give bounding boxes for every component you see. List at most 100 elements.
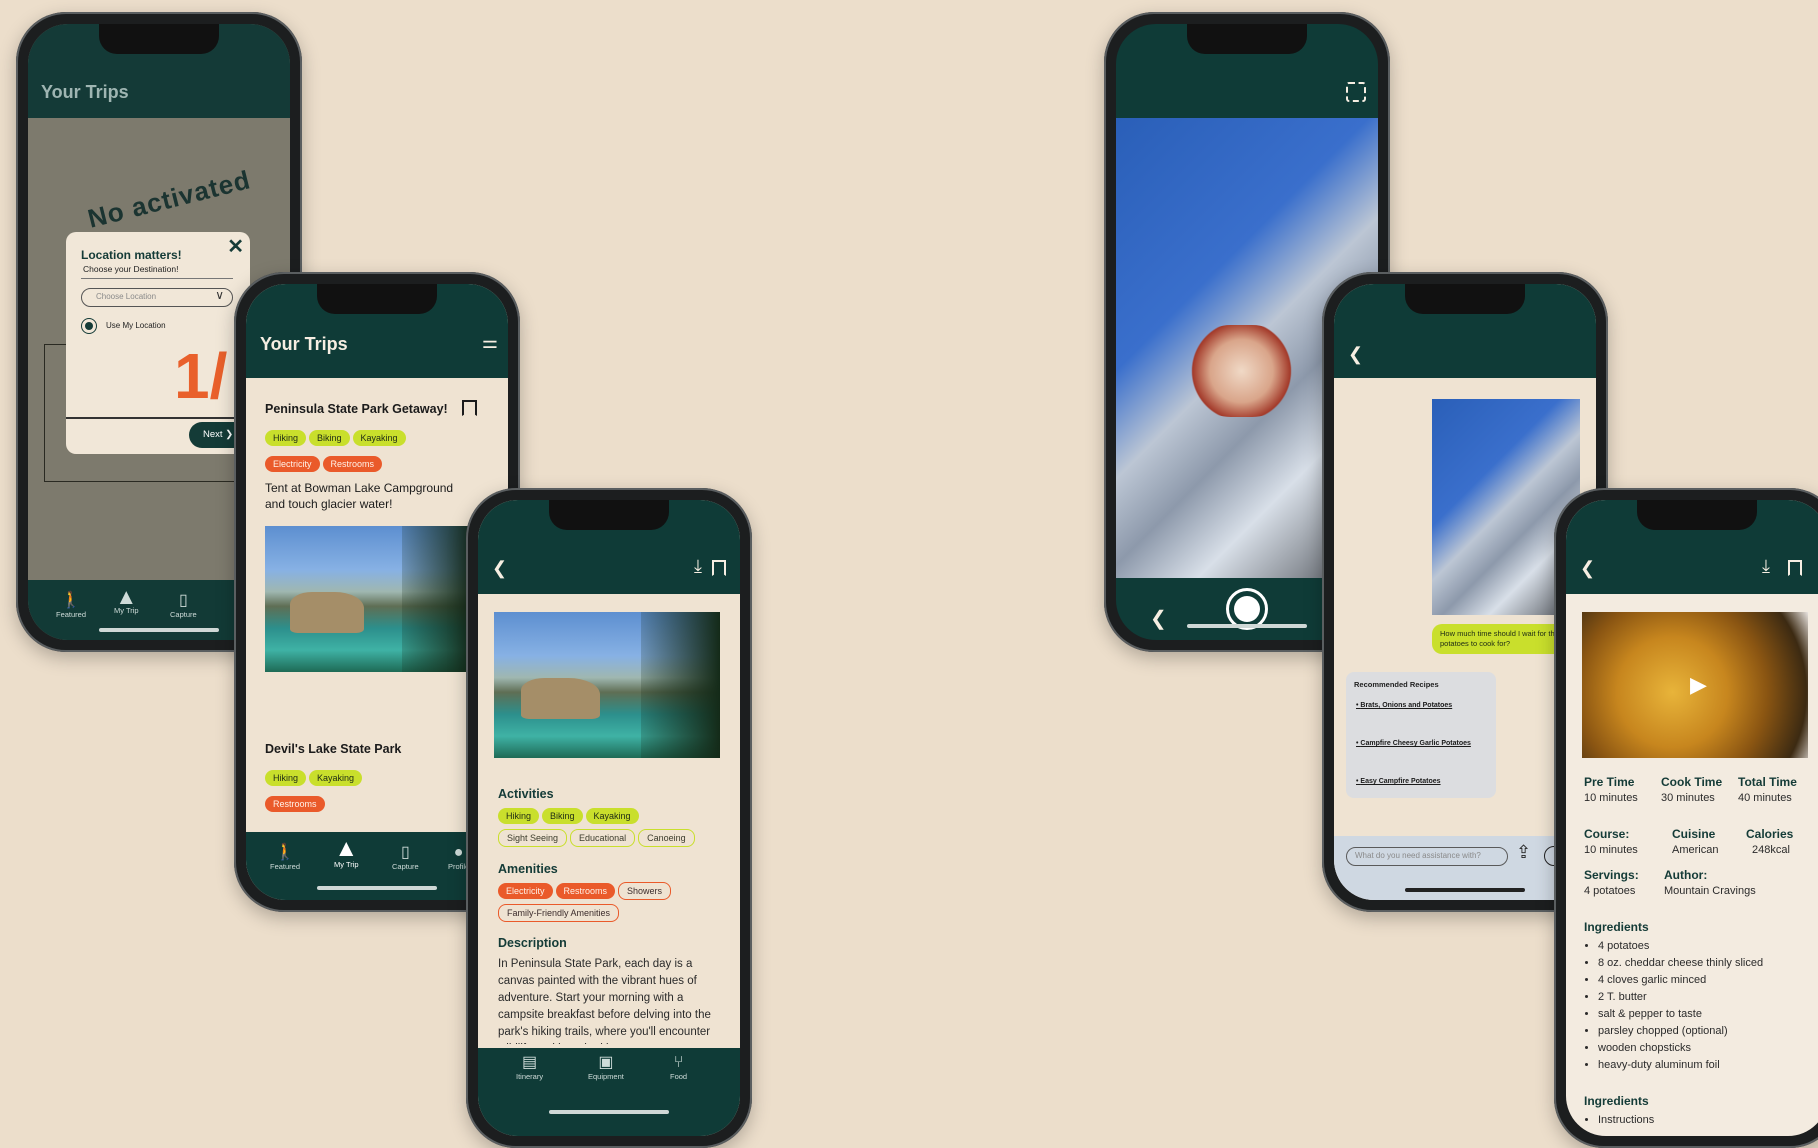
ingredient-item: 4 cloves garlic minced xyxy=(1598,972,1763,989)
recipes-heading: Recommended Recipes xyxy=(1354,680,1439,689)
nav-label: Capture xyxy=(170,610,197,619)
nav-my-trip[interactable]: ▲ My Trip xyxy=(334,835,359,870)
bookmark-icon[interactable] xyxy=(462,400,477,416)
recipe-link-label: Brats, Onions and Potatoes xyxy=(1360,702,1453,709)
nav-itinerary[interactable]: ▤ Itinerary xyxy=(516,1054,543,1081)
stat-value: 40 minutes xyxy=(1738,792,1792,804)
nav-capture[interactable]: ▯ Capture xyxy=(170,592,197,619)
upload-icon[interactable]: ⇪ xyxy=(1516,842,1531,863)
activity-tags-primary: Hiking Biking Kayaking xyxy=(498,806,642,828)
input-placeholder: What do you need assistance with? xyxy=(1355,851,1481,860)
activities-heading: Activities xyxy=(498,787,554,801)
bookmark-icon[interactable] xyxy=(712,560,726,576)
meta-value: American xyxy=(1672,844,1719,856)
trip-title: Devil's Lake State Park xyxy=(265,742,402,756)
nav-label: Capture xyxy=(392,862,419,871)
fork-icon: ⑂ xyxy=(673,1054,684,1071)
location-modal: ✕ Location matters! Choose your Destinat… xyxy=(66,232,250,454)
author: Author: Mountain Cravings xyxy=(1664,868,1756,897)
radio-dot xyxy=(85,322,93,330)
hiker-icon: 🚶 xyxy=(275,844,295,861)
chevron-right-icon: ❯ xyxy=(225,429,234,440)
ingredient-item: parsley chopped (optional) xyxy=(1598,1023,1763,1040)
bookmark-icon[interactable] xyxy=(1788,560,1802,576)
phone-icon: ▯ xyxy=(178,592,188,609)
modal-rule xyxy=(66,417,250,419)
back-icon[interactable]: ❮ xyxy=(492,558,507,579)
activity-tags: Hiking Kayaking xyxy=(265,768,365,790)
back-icon[interactable]: ❮ xyxy=(1348,344,1363,365)
nav-featured[interactable]: 🚶 Featured xyxy=(56,592,86,619)
nav-label: My Trip xyxy=(334,860,359,869)
tent-icon: ▲ xyxy=(334,835,359,862)
trip-photo xyxy=(494,612,720,758)
nav-label: Food xyxy=(670,1072,688,1081)
recipe-link[interactable]: • Campfire Cheesy Garlic Potatoes xyxy=(1356,740,1471,747)
next-label: Next xyxy=(203,429,223,440)
meta-calories: Calories 248kcal xyxy=(1746,827,1793,856)
page-title: Your Trips xyxy=(41,82,129,102)
empty-state-text: No activated xyxy=(84,164,254,234)
description-text: In Peninsula State Park, each day is a c… xyxy=(498,958,711,1044)
activity-tags: Hiking Biking Kayaking xyxy=(265,428,409,450)
tag-kayaking: Kayaking xyxy=(352,430,406,446)
home-indicator xyxy=(1187,624,1307,628)
tag-sight-seeing: Sight Seeing xyxy=(498,829,568,847)
nav-food[interactable]: ⑂ Food xyxy=(670,1054,687,1081)
ingredient-item: 2 T. butter xyxy=(1598,989,1763,1006)
instructions-item: Instructions xyxy=(1598,1112,1654,1129)
tag-family-friendly: Family-Friendly Amenities xyxy=(498,904,620,922)
nav-my-trip[interactable]: ▲ My Trip xyxy=(114,586,139,616)
nav-equipment[interactable]: ▣ Equipment xyxy=(588,1054,624,1081)
shutter-inner xyxy=(1234,596,1260,622)
description-heading: Description xyxy=(498,936,567,950)
stat-cook-time: Cook Time 30 minutes xyxy=(1661,775,1722,804)
servings-value: 4 potatoes xyxy=(1584,885,1636,897)
stat-value: 10 minutes xyxy=(1584,792,1638,804)
trip-title: Peninsula State Park Getaway! xyxy=(265,402,448,416)
notch xyxy=(1187,24,1307,54)
tag-biking: Biking xyxy=(309,430,350,446)
use-location-radio[interactable] xyxy=(81,318,97,334)
activity-tags-secondary: Sight Seeing Educational Canoeing xyxy=(498,828,698,851)
meta-cuisine: Cuisine American xyxy=(1672,827,1718,856)
nav-capture[interactable]: ▯ Capture xyxy=(392,844,419,871)
tag-hiking: Hiking xyxy=(265,430,307,446)
location-select[interactable]: Choose Location ∨ xyxy=(81,288,233,307)
tag-hiking: Hiking xyxy=(265,770,307,786)
filter-icon[interactable]: ⚌ xyxy=(482,332,498,353)
stat-label: Cook Time xyxy=(1661,775,1723,789)
nav-featured[interactable]: 🚶 Featured xyxy=(270,844,300,871)
download-icon[interactable]: ⤓ xyxy=(1762,556,1770,577)
nav-label: Featured xyxy=(270,862,301,871)
tag-restrooms: Restrooms xyxy=(265,796,325,812)
recipe-link-label: Easy Campfire Potatoes xyxy=(1360,778,1441,785)
meta-label: Calories xyxy=(1746,827,1794,841)
modal-divider xyxy=(81,278,233,279)
amenity-tags-row-2: Family-Friendly Amenities xyxy=(498,903,622,926)
tag-kayaking: Kayaking xyxy=(309,770,363,786)
recipe-link[interactable]: • Brats, Onions and Potatoes xyxy=(1356,702,1452,709)
chat-input[interactable]: What do you need assistance with? xyxy=(1346,847,1508,866)
download-icon[interactable]: ⤓ xyxy=(694,556,702,577)
home-indicator xyxy=(317,886,437,890)
meta-value: 248kcal xyxy=(1752,844,1790,856)
notch xyxy=(1637,500,1757,530)
recipe-video-thumbnail[interactable]: ▶ xyxy=(1582,612,1808,758)
ingredient-item: salt & pepper to taste xyxy=(1598,1006,1763,1023)
notch xyxy=(549,500,669,530)
tag-restrooms: Restrooms xyxy=(555,883,616,899)
modal-title: Location matters! xyxy=(81,248,182,262)
play-icon[interactable]: ▶ xyxy=(1690,672,1707,698)
modal-subtitle: Choose your Destination! xyxy=(83,264,179,274)
meta-value: 10 minutes xyxy=(1584,844,1638,856)
back-icon[interactable]: ❮ xyxy=(1580,558,1595,579)
recipe-link[interactable]: • Easy Campfire Potatoes xyxy=(1356,778,1441,785)
amenities-heading: Amenities xyxy=(498,862,558,876)
back-icon[interactable]: ❮ xyxy=(1150,606,1167,631)
ai-response-card: Recommended Recipes • Brats, Onions and … xyxy=(1346,672,1496,798)
amenity-tags: Electricity Restrooms xyxy=(265,454,385,476)
trip-photo xyxy=(265,526,475,672)
close-icon[interactable]: ✕ xyxy=(227,234,244,259)
scan-icon[interactable] xyxy=(1346,82,1366,102)
